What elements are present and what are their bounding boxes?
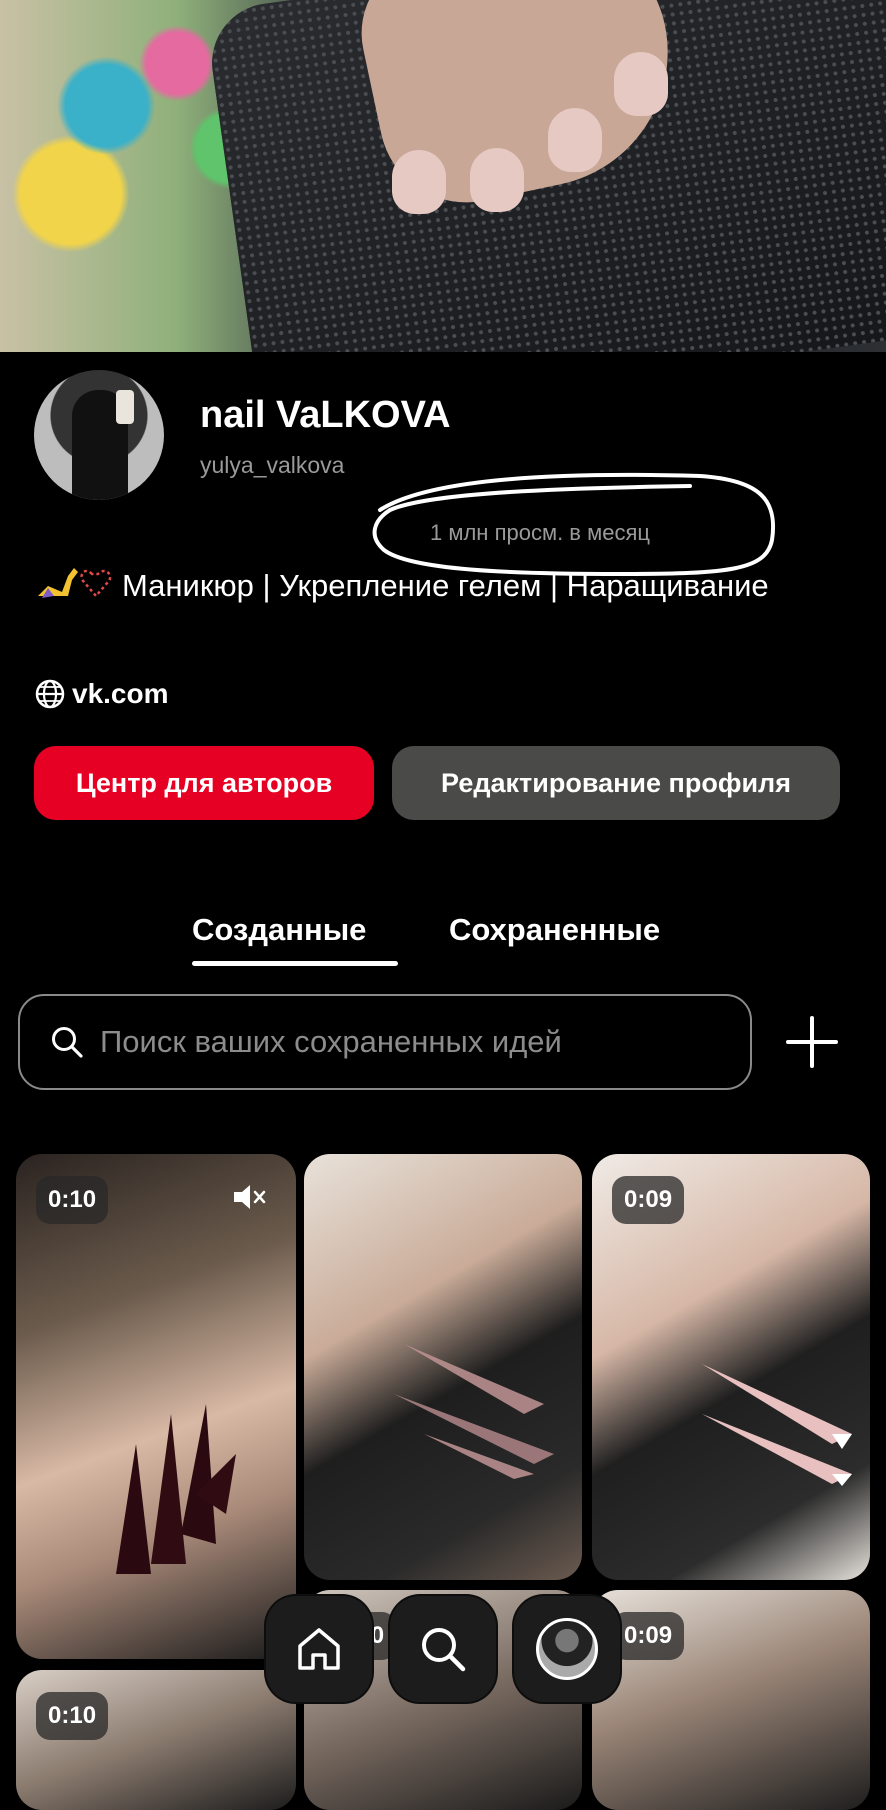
- pin-thumbnail-nails: [116, 1404, 236, 1574]
- avatar[interactable]: [34, 370, 164, 500]
- search-icon: [52, 1027, 83, 1058]
- home-icon: [298, 1628, 340, 1670]
- pin-video[interactable]: 0:09: [592, 1154, 870, 1580]
- nail: [548, 108, 602, 172]
- edit-profile-button[interactable]: Редактирование профиля: [392, 746, 840, 820]
- video-duration: 0:09: [612, 1176, 685, 1224]
- profile-link[interactable]: vk.com: [34, 678, 169, 710]
- mute-icon[interactable]: [232, 1182, 268, 1212]
- video-duration: 0:10: [36, 1176, 109, 1224]
- nail-polish-emoji-icon: [38, 568, 112, 598]
- nav-profile-button[interactable]: [514, 1596, 620, 1702]
- add-icon[interactable]: [784, 1014, 840, 1070]
- profile-cover-image: [0, 0, 886, 352]
- pin-thumbnail-nails: [702, 1364, 852, 1486]
- creator-hub-button[interactable]: Центр для авторов: [34, 746, 374, 820]
- search-icon: [422, 1628, 466, 1672]
- display-name: nail VaLKOVA: [200, 394, 451, 436]
- tab-saved[interactable]: Сохраненные: [449, 912, 660, 948]
- pin-image[interactable]: [304, 1154, 582, 1580]
- username: yulya_valkova: [200, 452, 345, 478]
- search-input[interactable]: Поиск ваших сохраненных идей: [18, 994, 752, 1090]
- pin-thumbnail: [16, 1670, 296, 1810]
- pin-video[interactable]: 0:10: [16, 1154, 296, 1659]
- globe-icon: [35, 679, 65, 709]
- nav-home-button[interactable]: [266, 1596, 372, 1702]
- nail: [614, 52, 668, 116]
- active-tab-indicator: [192, 961, 398, 966]
- avatar-phone: [116, 390, 134, 424]
- nail: [392, 150, 446, 214]
- nail: [470, 148, 524, 212]
- pin-thumbnail-nails: [394, 1344, 554, 1479]
- nav-search-button[interactable]: [390, 1596, 496, 1702]
- profile-link-text: vk.com: [72, 678, 169, 709]
- search-placeholder: Поиск ваших сохраненных идей: [100, 1024, 562, 1059]
- bio-text: Маникюр | Укрепление гелем | Наращивание: [122, 568, 769, 603]
- pin-video[interactable]: 0:10: [16, 1670, 296, 1810]
- profile-avatar-icon: [536, 1618, 598, 1680]
- tab-created[interactable]: Созданные: [192, 912, 366, 948]
- pin-video[interactable]: 0:09: [592, 1590, 870, 1810]
- profile-bio: Маникюр | Укрепление гелем | Наращивание: [34, 566, 834, 606]
- monthly-views: 1 млн просм. в месяц: [430, 520, 650, 545]
- video-duration: 0:09: [612, 1612, 685, 1660]
- video-duration: 0:10: [36, 1692, 109, 1740]
